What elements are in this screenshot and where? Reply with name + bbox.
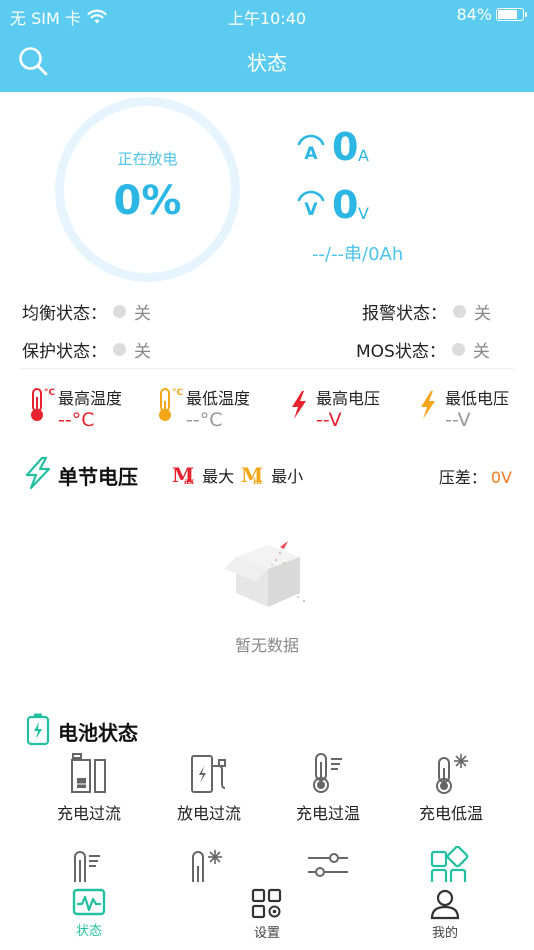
protect-state-value: 关	[134, 342, 151, 362]
clock: 上午10:40	[227, 9, 307, 28]
mos-state-label: MOS状态：	[356, 342, 446, 362]
balance-state-label: 均衡状态：	[22, 304, 107, 324]
divider	[20, 368, 514, 369]
balance-state-dot	[113, 305, 126, 318]
alarm-state-label: 报警状态：	[362, 304, 447, 324]
grid-item-label: 充电过温	[295, 804, 360, 823]
metric-value: --V	[445, 409, 471, 431]
page-title: 状态	[247, 51, 287, 75]
mos-state: MOS状态： 关	[356, 337, 490, 362]
sliders-icon[interactable]	[306, 852, 350, 878]
tab-label: 状态	[75, 924, 102, 939]
lightning-icon	[25, 456, 51, 490]
mos-state-value: 关	[472, 342, 490, 362]
battery-status-title: 电池状态	[58, 721, 138, 745]
charge-lowtemp-icon	[436, 754, 468, 794]
discharge-overcurrent[interactable]: 放电过流	[149, 752, 269, 824]
alarm-state-dot	[453, 305, 466, 318]
legend-min: Min 最小	[241, 463, 303, 487]
protect-state: 保护状态： 关	[22, 337, 151, 362]
cell-voltage-title: 单节电压	[58, 465, 138, 489]
voltage-diff-value: 0V	[490, 468, 512, 487]
tab-label: 设置	[253, 926, 280, 941]
charge-lowtemp[interactable]: 充电低温	[391, 752, 511, 824]
voltage-value: 0	[332, 183, 359, 227]
low-voltage-icon	[421, 391, 435, 419]
battery-percent: 84%	[456, 5, 492, 24]
voltage-unit: V	[358, 204, 369, 223]
settings-grid-icon	[251, 888, 282, 919]
max-mark-icon: Max	[172, 463, 194, 487]
current-unit: A	[358, 146, 369, 165]
empty-box-icon	[224, 541, 305, 607]
svg-text:A: A	[304, 144, 318, 162]
ammeter-icon: A	[297, 134, 325, 162]
status-bar: 无 SIM 卡 上午10:40 84%	[0, 0, 534, 30]
protect-state-label: 保护状态：	[22, 342, 107, 362]
charge-overtemp[interactable]: 充电过温	[268, 752, 388, 824]
current-value: 0	[332, 125, 359, 169]
metric-label: 最高温度	[58, 389, 123, 408]
high-temp-icon: °C	[31, 388, 56, 421]
grid-item-label: 充电低温	[418, 804, 483, 823]
voltage-diff: 压差： 0V	[439, 464, 512, 488]
metric-value: --°C	[58, 409, 95, 431]
alarm-state-value: 关	[474, 304, 491, 324]
metric-value: --°C	[186, 409, 223, 431]
metric-label: 最低电压	[445, 389, 510, 408]
min-mark-sub: in	[253, 476, 262, 486]
svg-text:°C: °C	[44, 388, 56, 398]
high-voltage-icon	[292, 391, 306, 419]
pulse-icon	[72, 888, 106, 916]
charge-overtemp-icon	[313, 753, 342, 793]
protect-state-dot	[113, 343, 126, 356]
apps-icon[interactable]	[430, 846, 470, 882]
metric-value: --V	[316, 409, 342, 431]
legend-max-label: 最大	[202, 467, 235, 486]
legend-max: Max 最大	[172, 463, 234, 487]
discharge-lowtemp-icon[interactable]	[186, 848, 226, 882]
min-mark-icon: Min	[241, 463, 263, 487]
grid-item-label: 充电过流	[56, 804, 121, 823]
mos-state-dot	[451, 343, 465, 356]
charge-overcurrent[interactable]: 充电过流	[29, 752, 149, 824]
svg-text:V: V	[304, 200, 318, 218]
tab-bar: 状态 设置 我的	[0, 882, 534, 950]
discharge-status: 正在放电	[117, 150, 178, 168]
tab-status[interactable]: 状态	[34, 888, 144, 939]
user-icon	[430, 889, 460, 920]
legend-min-label: 最小	[271, 467, 304, 486]
low-temp-icon: °C	[159, 388, 184, 421]
soc-percent: 0%	[113, 178, 182, 224]
nav-bar: 状态	[0, 30, 534, 92]
svg-text:°C: °C	[172, 388, 184, 398]
pack-capacity: --/--串/0Ah	[312, 244, 404, 265]
battery-status-icon	[26, 713, 50, 746]
balance-state: 均衡状态： 关	[22, 299, 151, 324]
charge-overcurrent-icon	[71, 753, 106, 793]
discharge-overcurrent-icon	[191, 755, 226, 793]
metric-label: 最高电压	[316, 389, 381, 408]
tab-label: 我的	[431, 926, 458, 941]
alarm-state: 报警状态： 关	[362, 299, 491, 324]
metric-label: 最低温度	[186, 389, 251, 408]
voltage-diff-label: 压差：	[438, 468, 487, 487]
grid-item-label: 放电过流	[176, 804, 241, 823]
tab-settings[interactable]: 设置	[212, 888, 322, 941]
voltmeter-icon: V	[297, 190, 325, 218]
discharge-overtemp-icon[interactable]	[68, 848, 104, 882]
battery-icon	[496, 8, 527, 21]
empty-text: 暂无数据	[234, 636, 299, 655]
tab-mine[interactable]: 我的	[390, 888, 500, 941]
balance-state-value: 关	[134, 304, 151, 324]
max-mark-sub: ax	[184, 476, 194, 486]
